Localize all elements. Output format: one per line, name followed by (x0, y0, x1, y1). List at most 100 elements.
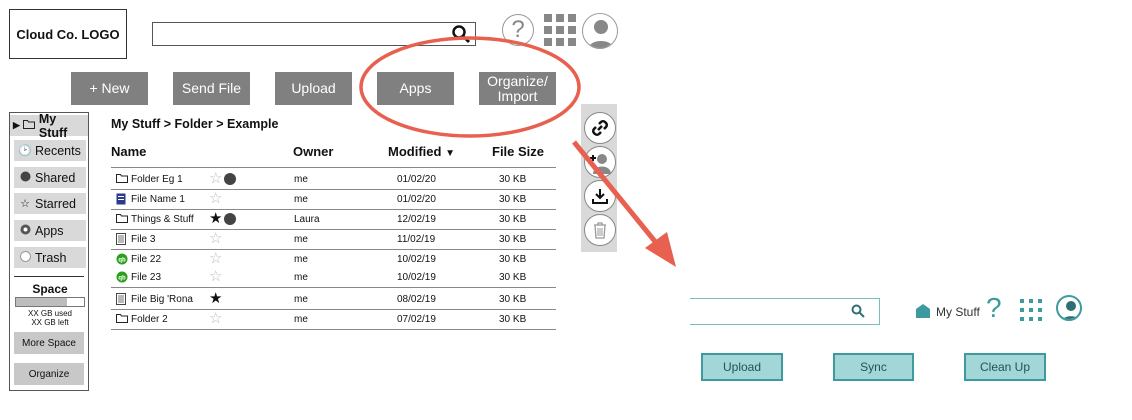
table-row[interactable]: Folder 2 ☆ me 07/02/19 30 KB (111, 309, 556, 330)
space-left-text: XX GB left (31, 318, 69, 327)
table-row[interactable]: File 3 ☆ me 11/02/19 30 KB (111, 229, 556, 250)
star-outline-icon[interactable]: ☆ (209, 311, 222, 326)
file-owner: me (294, 272, 308, 283)
add-user-icon[interactable] (584, 146, 616, 178)
mock-my-stuff-link[interactable]: My Stuff (936, 305, 980, 319)
mock-upload-button[interactable]: Upload (701, 353, 783, 381)
file-name[interactable]: Folder Eg 1 (131, 174, 183, 185)
folder-icon (22, 119, 36, 132)
file-modified: 08/02/19 (397, 294, 436, 305)
sort-down-icon[interactable]: ▼ (445, 148, 455, 159)
file-name[interactable]: File 3 (131, 234, 155, 245)
search-icon[interactable] (851, 304, 865, 323)
sidebar-item-starred[interactable]: ☆ Starred (14, 193, 86, 214)
organize-import-button[interactable]: Organize/ Import (479, 72, 556, 105)
breadcrumb: My Stuff > Folder > Example (111, 117, 279, 131)
organize-button[interactable]: Organize (14, 363, 84, 385)
file-size: 30 KB (499, 214, 527, 225)
trash-icon[interactable] (584, 214, 616, 246)
table-row[interactable]: qb File 23 ☆ me 10/02/19 30 KB (111, 267, 556, 288)
shared-icon (224, 173, 236, 185)
file-modified: 07/02/19 (397, 314, 436, 325)
space-used-text: XX GB used (27, 309, 73, 318)
star-outline-icon[interactable]: ☆ (209, 231, 222, 246)
file-modified: 11/02/19 (397, 234, 436, 245)
column-header-modified[interactable]: Modified ▼ (388, 144, 455, 159)
svg-text:qb: qb (118, 258, 126, 264)
file-name[interactable]: Things & Stuff (131, 214, 194, 225)
star-outline-icon[interactable]: ☆ (209, 269, 222, 284)
sidebar-item-shared[interactable]: Shared (14, 167, 86, 188)
trash-icon (18, 250, 32, 265)
file-size: 30 KB (499, 174, 527, 185)
app-grid-icon[interactable] (544, 14, 576, 46)
file-size: 30 KB (499, 194, 527, 205)
file-modified: 01/02/20 (397, 194, 436, 205)
sidebar-item-recents[interactable]: 🕑 Recents (14, 140, 86, 161)
star-filled-icon[interactable]: ★ (209, 291, 222, 306)
mock-sync-button[interactable]: Sync (833, 353, 914, 381)
search-icon[interactable] (451, 24, 471, 49)
shared-icon (224, 213, 236, 225)
search-box[interactable] (152, 22, 476, 46)
avatar[interactable] (582, 13, 618, 49)
space-usage-bar (15, 297, 85, 307)
logo: Cloud Co. LOGO (9, 9, 127, 59)
download-icon[interactable] (584, 180, 616, 212)
link-icon[interactable] (584, 112, 616, 144)
svg-text:qb: qb (118, 276, 126, 282)
star-outline-icon[interactable]: ☆ (209, 191, 222, 206)
file-owner: me (294, 174, 308, 185)
mock-search-box[interactable] (690, 298, 880, 325)
file-size: 30 KB (499, 294, 527, 305)
file-owner: me (294, 234, 308, 245)
apps-icon (18, 224, 32, 238)
sidebar-item-label: Trash (35, 250, 67, 265)
table-row[interactable]: Folder Eg 1 ☆ me 01/02/20 30 KB (111, 169, 556, 190)
help-icon[interactable]: ? (502, 14, 534, 46)
upload-button[interactable]: Upload (275, 72, 352, 105)
table-row[interactable]: File Big 'Rona ★ me 08/02/19 30 KB (111, 289, 556, 310)
file-name[interactable]: Folder 2 (131, 314, 168, 325)
sidebar: ▶ My Stuff 🕑 Recents Shared ☆ Starred Ap… (9, 112, 89, 391)
sidebar-item-trash[interactable]: Trash (14, 247, 86, 268)
table-row[interactable]: Things & Stuff ★ Laura 12/02/19 30 KB (111, 209, 556, 230)
shared-icon (18, 171, 32, 185)
column-header-owner[interactable]: Owner (293, 144, 333, 159)
apps-button[interactable]: Apps (377, 72, 454, 105)
mock-app-grid-icon[interactable] (1020, 299, 1042, 321)
more-space-button[interactable]: More Space (14, 332, 84, 354)
expand-arrow-icon[interactable]: ▶ (13, 120, 20, 131)
doc-icon (116, 193, 128, 205)
file-name[interactable]: File Name 1 (131, 194, 185, 205)
file-owner: me (294, 194, 308, 205)
home-icon[interactable] (915, 303, 931, 324)
new-button[interactable]: + New (71, 72, 148, 105)
sidebar-item-label: Recents (35, 143, 81, 158)
table-row[interactable]: File Name 1 ☆ me 01/02/20 30 KB (111, 189, 556, 210)
file-name[interactable]: File 23 (131, 272, 161, 283)
sidebar-item-label: My Stuff (38, 111, 68, 140)
folder-icon (116, 313, 128, 325)
file-modified: 01/02/20 (397, 174, 436, 185)
space-title: Space (32, 282, 68, 296)
star-outline-icon[interactable]: ☆ (209, 171, 222, 186)
mock-help-icon[interactable]: ? (986, 292, 1002, 324)
mock-clean-up-button[interactable]: Clean Up (964, 353, 1046, 381)
file-name[interactable]: File 22 (131, 254, 161, 265)
sidebar-item-my-stuff[interactable]: ▶ My Stuff (10, 112, 88, 140)
send-file-button[interactable]: Send File (173, 72, 250, 105)
star-filled-icon[interactable]: ★ (209, 211, 222, 226)
sidebar-item-apps[interactable]: Apps (14, 220, 86, 241)
mock-avatar[interactable] (1056, 295, 1082, 321)
star-outline-icon[interactable]: ☆ (209, 251, 222, 266)
file-size: 30 KB (499, 272, 527, 283)
column-header-size[interactable]: File Size (492, 144, 544, 159)
column-header-name[interactable]: Name (111, 144, 146, 159)
file-name[interactable]: File Big 'Rona (131, 294, 193, 305)
file-size: 30 KB (499, 254, 527, 265)
table-row[interactable]: qb File 22 ☆ me 10/02/19 30 KB (111, 249, 556, 269)
column-header-label: Modified (388, 144, 442, 159)
divider (14, 276, 84, 277)
sidebar-item-label: Apps (35, 223, 64, 238)
